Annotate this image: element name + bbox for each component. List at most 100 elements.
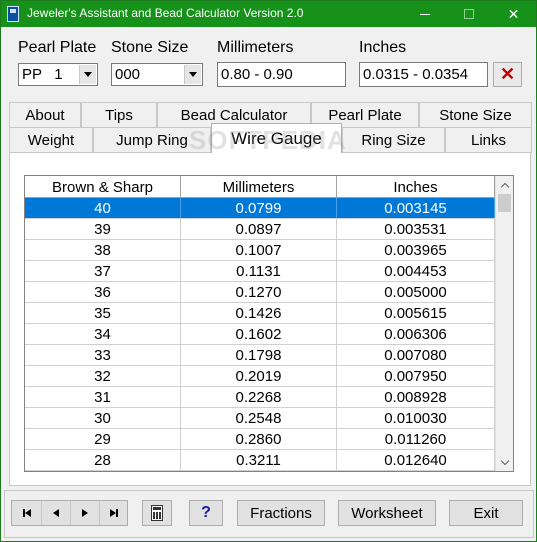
fractions-button[interactable]: Fractions <box>237 500 325 526</box>
stone-size-dropdown-button[interactable] <box>184 65 201 84</box>
cell-millimeters: 0.1426 <box>181 303 337 323</box>
cell-inches: 0.006306 <box>337 324 495 344</box>
chevron-down-icon <box>500 456 510 465</box>
cell-millimeters: 0.2548 <box>181 408 337 428</box>
cell-millimeters: 0.2268 <box>181 387 337 407</box>
stone-size-value: 000 <box>115 66 141 83</box>
cell-millimeters: 0.0897 <box>181 219 337 239</box>
scroll-down-button[interactable] <box>496 454 513 471</box>
cell-inches: 0.004453 <box>337 261 495 281</box>
app-window: Jeweler's Assistant and Bead Calculator … <box>0 0 537 542</box>
chevron-down-icon <box>84 72 92 77</box>
millimeters-value: 0.80 - 0.90 <box>221 66 293 83</box>
column-header-brown-sharp[interactable]: Brown & Sharp <box>25 176 181 198</box>
cell-inches: 0.005000 <box>337 282 495 302</box>
pearl-plate-select[interactable]: PP 1 <box>18 63 98 86</box>
cell-millimeters: 0.0799 <box>181 198 337 218</box>
calculator-button[interactable] <box>142 500 172 526</box>
scroll-thumb[interactable] <box>498 194 511 212</box>
table-row[interactable]: 33 0.1798 0.007080 <box>25 345 495 366</box>
millimeters-label: Millimeters <box>217 39 294 56</box>
tab-weight[interactable]: Weight <box>9 127 93 153</box>
table-row[interactable]: 39 0.0897 0.003531 <box>25 219 495 240</box>
wire-gauge-table[interactable]: Brown & Sharp Millimeters Inches 40 0.079… <box>24 175 514 472</box>
last-record-icon <box>110 509 118 517</box>
cell-brown-sharp: 39 <box>25 219 181 239</box>
table-row[interactable]: 30 0.2548 0.010030 <box>25 408 495 429</box>
tab-jump-ring[interactable]: Jump Ring <box>93 127 211 153</box>
pearl-plate-dropdown-button[interactable] <box>79 65 96 84</box>
table-row[interactable]: 37 0.1131 0.004453 <box>25 261 495 282</box>
table-row[interactable]: 38 0.1007 0.003965 <box>25 240 495 261</box>
stone-size-select[interactable]: 000 <box>111 63 203 86</box>
close-icon: ✕ <box>507 6 520 22</box>
last-record-button[interactable] <box>99 501 128 525</box>
chevron-up-icon <box>500 182 510 191</box>
cell-brown-sharp: 31 <box>25 387 181 407</box>
first-record-button[interactable] <box>12 501 41 525</box>
cell-millimeters: 0.1131 <box>181 261 337 281</box>
maximize-icon <box>463 9 474 19</box>
cell-millimeters: 0.2019 <box>181 366 337 386</box>
cell-millimeters: 0.1602 <box>181 324 337 344</box>
table-row[interactable]: 35 0.1426 0.005615 <box>25 303 495 324</box>
clear-button[interactable]: ✕ <box>493 62 522 87</box>
cell-inches: 0.007080 <box>337 345 495 365</box>
close-window-button[interactable]: ✕ <box>491 1 536 27</box>
table-row[interactable]: 31 0.2268 0.008928 <box>25 387 495 408</box>
table-row[interactable]: 29 0.2860 0.011260 <box>25 429 495 450</box>
cell-inches: 0.003145 <box>337 198 495 218</box>
worksheet-button[interactable]: Worksheet <box>338 500 436 526</box>
table-header: Brown & Sharp Millimeters Inches <box>25 176 495 198</box>
tab-ring-size[interactable]: Ring Size <box>342 127 445 153</box>
table-row[interactable]: 32 0.2019 0.007950 <box>25 366 495 387</box>
minimize-icon <box>419 13 430 15</box>
cell-brown-sharp: 30 <box>25 408 181 428</box>
prev-record-button[interactable] <box>41 501 70 525</box>
cell-millimeters: 0.1798 <box>181 345 337 365</box>
cell-millimeters: 0.1270 <box>181 282 337 302</box>
table-row[interactable]: 28 0.3211 0.012640 <box>25 450 495 471</box>
maximize-button[interactable] <box>446 1 491 27</box>
next-record-button[interactable] <box>70 501 99 525</box>
first-record-icon <box>22 509 31 517</box>
help-icon: ? <box>201 504 211 521</box>
cell-inches: 0.003531 <box>337 219 495 239</box>
cell-inches: 0.010030 <box>337 408 495 428</box>
table-row[interactable]: 34 0.1602 0.006306 <box>25 324 495 345</box>
cell-brown-sharp: 37 <box>25 261 181 281</box>
window-title: Jeweler's Assistant and Bead Calculator … <box>27 6 304 20</box>
cell-brown-sharp: 28 <box>25 450 181 470</box>
table-row[interactable]: 40 0.0799 0.003145 <box>25 198 495 219</box>
cell-brown-sharp: 34 <box>25 324 181 344</box>
inches-field[interactable]: 0.0315 - 0.0354 <box>359 62 488 87</box>
exit-button[interactable]: Exit <box>449 500 523 526</box>
tab-stone-size[interactable]: Stone Size <box>419 102 532 128</box>
cell-inches: 0.008928 <box>337 387 495 407</box>
record-navigator <box>11 500 128 526</box>
tab-tips[interactable]: Tips <box>81 102 157 128</box>
column-header-millimeters[interactable]: Millimeters <box>181 176 337 198</box>
pearl-plate-label: Pearl Plate <box>18 39 97 56</box>
inches-value: 0.0315 - 0.0354 <box>363 66 469 83</box>
title-bar[interactable]: Jeweler's Assistant and Bead Calculator … <box>1 1 536 27</box>
millimeters-field[interactable]: 0.80 - 0.90 <box>217 62 346 87</box>
cell-inches: 0.007950 <box>337 366 495 386</box>
scroll-up-button[interactable] <box>496 176 513 193</box>
tab-wire-gauge[interactable]: Wire Gauge <box>211 123 342 153</box>
vertical-scrollbar[interactable] <box>495 176 513 471</box>
tab-links[interactable]: Links <box>445 127 532 153</box>
close-icon: ✕ <box>499 64 516 84</box>
cell-inches: 0.012640 <box>337 450 495 470</box>
app-icon[interactable] <box>7 6 19 22</box>
table-row[interactable]: 36 0.1270 0.005000 <box>25 282 495 303</box>
cell-brown-sharp: 33 <box>25 345 181 365</box>
cell-inches: 0.005615 <box>337 303 495 323</box>
minimize-button[interactable] <box>402 1 447 27</box>
pearl-plate-value: PP 1 <box>22 66 63 83</box>
column-header-inches[interactable]: Inches <box>337 176 495 198</box>
tab-about[interactable]: About <box>9 102 81 128</box>
help-button[interactable]: ? <box>189 500 223 526</box>
cell-millimeters: 0.2860 <box>181 429 337 449</box>
cell-inches: 0.003965 <box>337 240 495 260</box>
